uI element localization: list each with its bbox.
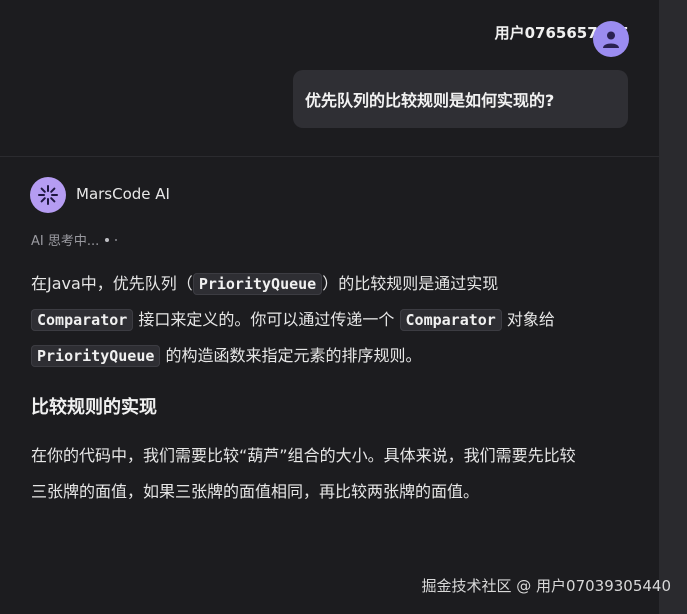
sparkle-icon [38,185,58,205]
inline-code: PriorityQueue [31,345,161,367]
inline-code: Comparator [399,309,502,331]
text-span: 在Java中，优先队列（ [31,274,193,293]
answer-paragraph-2: 在你的代码中，我们需要比较“葫芦”组合的大小。具体来说，我们需要先比较三张牌的面… [31,446,576,501]
user-question: 优先队列的比较规则是如何实现的? [305,91,555,110]
user-avatar[interactable] [593,21,629,57]
user-message-bubble: 优先队列的比较规则是如何实现的? [293,70,628,128]
ai-answer: 在Java中，优先队列（ PriorityQueue ）的比较规则是通过实现 Com… [31,266,591,510]
scrollbar[interactable] [659,0,687,614]
message-divider [0,156,659,157]
chat-window: 用户0765657875 优先队列的比较规则是如何实现的? MarsCode A… [0,0,687,614]
inline-code: Comparator [31,309,134,331]
text-span: 接口来定义的。你可以通过传递一个 [138,310,395,329]
text-span: 对象给 [506,310,555,329]
answer-heading: 比较规则的实现 [31,397,157,418]
ai-avatar [30,177,66,213]
loading-dot-icon [105,237,110,242]
answer-paragraph-1: 在Java中，优先队列（ PriorityQueue ）的比较规则是通过实现 Com… [31,266,591,374]
text-span: ）的比较规则是通过实现 [322,274,499,293]
watermark: 掘金技术社区 @ 用户07039305440 [421,577,671,595]
text-span: 的构造函数来指定元素的排序规则。 [165,346,422,365]
loading-dot-icon [115,238,118,241]
thinking-status: AI 思考中... [31,230,118,249]
inline-code: PriorityQueue [192,273,323,295]
person-icon [603,31,619,48]
ai-name: MarsCode AI [76,185,170,203]
thinking-label: AI 思考中... [31,234,100,249]
